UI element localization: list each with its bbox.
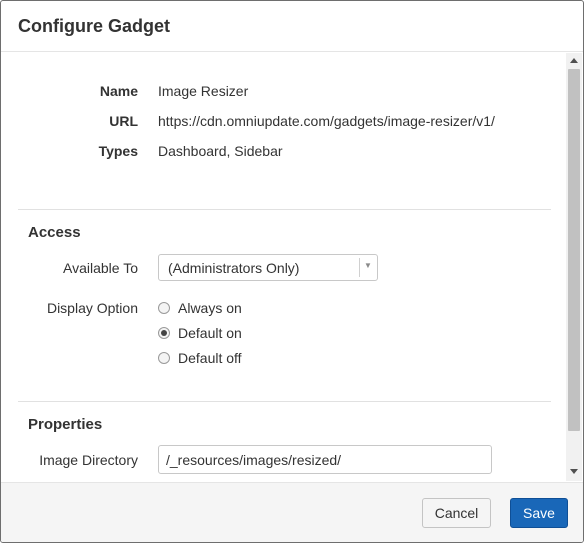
display-option-label: Display Option [46, 300, 138, 316]
radio-default-on[interactable] [158, 327, 170, 339]
radio-always-on[interactable] [158, 302, 170, 314]
scroll-up-arrow-icon[interactable] [570, 58, 578, 63]
scrollbar-thumb[interactable] [568, 69, 580, 431]
name-value: Image Resizer [158, 83, 249, 99]
dialog-body: Name Image Resizer URL https://cdn.omniu… [1, 52, 583, 482]
radio-default-off[interactable] [158, 352, 170, 364]
properties-section-title: Properties [28, 416, 103, 433]
access-section-title: Access [28, 224, 81, 241]
divider [18, 401, 551, 402]
dialog-header: Configure Gadget [1, 1, 583, 52]
url-value: https://cdn.omniupdate.com/gadgets/image… [158, 113, 495, 129]
divider [18, 209, 551, 210]
chevron-down-icon: ▼ [364, 261, 372, 270]
configure-gadget-dialog: Configure Gadget Name Image Resizer URL … [0, 0, 584, 543]
url-label: URL [109, 113, 138, 129]
scroll-down-arrow-icon[interactable] [570, 469, 578, 474]
types-label: Types [98, 143, 138, 159]
image-directory-input[interactable] [158, 445, 492, 474]
vertical-scrollbar[interactable] [566, 53, 582, 481]
radio-default-off-label[interactable]: Default off [178, 350, 242, 366]
image-directory-label: Image Directory [39, 452, 138, 468]
save-button[interactable]: Save [510, 498, 568, 528]
available-to-label: Available To [63, 260, 138, 276]
select-divider [359, 258, 360, 277]
radio-always-on-label[interactable]: Always on [178, 300, 242, 316]
name-label: Name [99, 83, 138, 99]
available-to-select[interactable]: (Administrators Only) ▼ [158, 254, 378, 281]
dialog-title: Configure Gadget [18, 16, 170, 36]
radio-default-on-label[interactable]: Default on [178, 325, 242, 341]
dialog-footer: Cancel Save [1, 482, 583, 542]
cancel-button[interactable]: Cancel [422, 498, 491, 528]
available-to-selected-value: (Administrators Only) [168, 260, 300, 276]
types-value: Dashboard, Sidebar [158, 143, 283, 159]
